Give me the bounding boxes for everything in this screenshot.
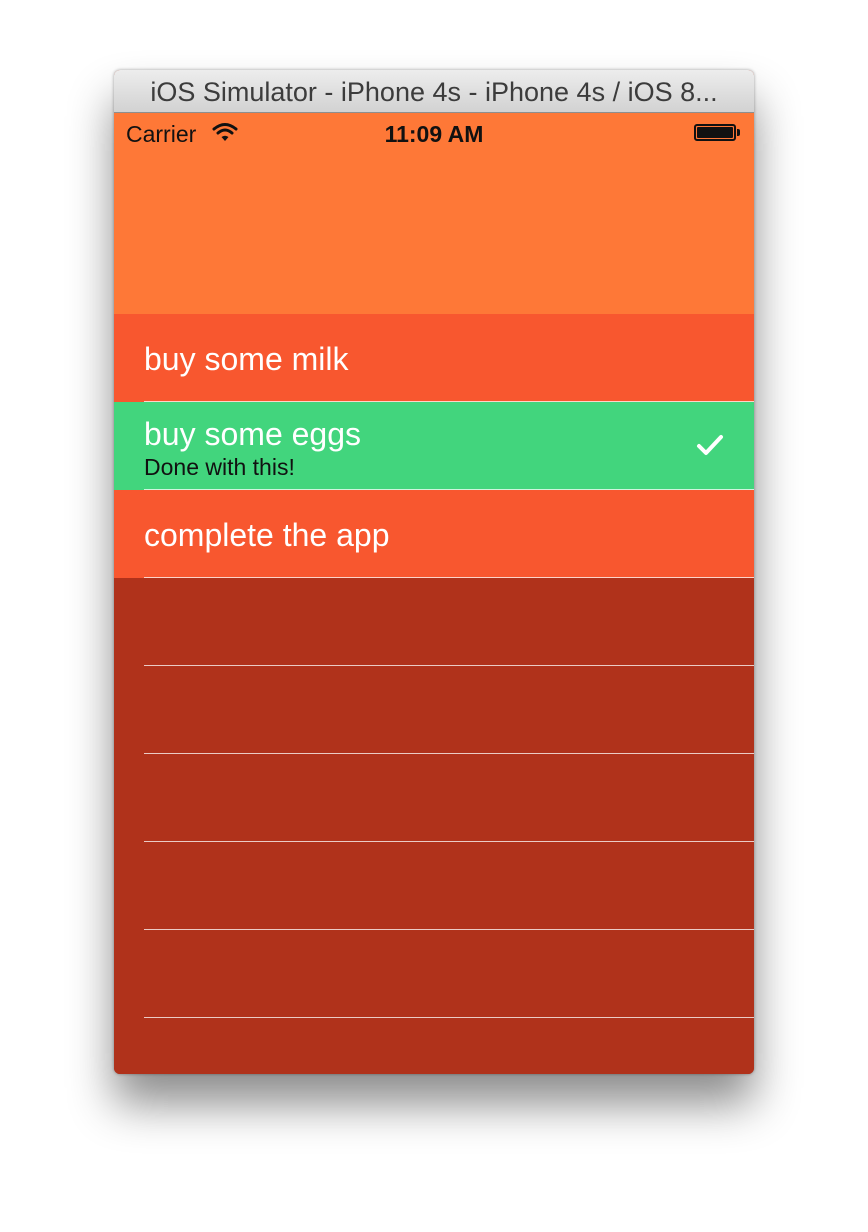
simulator-window: iOS Simulator - iPhone 4s - iPhone 4s / … [114, 70, 754, 1074]
empty-row [114, 754, 754, 842]
window-title: iOS Simulator - iPhone 4s - iPhone 4s / … [150, 77, 718, 107]
status-time: 11:09 AM [384, 121, 484, 147]
todo-row[interactable]: complete the app [114, 490, 754, 578]
checkmark-icon [697, 435, 723, 455]
todo-row-done[interactable]: buy some eggs Done with this! [114, 402, 754, 490]
todo-subtitle: Done with this! [144, 454, 295, 480]
window-titlebar[interactable]: iOS Simulator - iPhone 4s - iPhone 4s / … [114, 70, 754, 113]
todo-title: complete the app [144, 517, 390, 553]
empty-row [114, 930, 754, 1018]
empty-row [114, 666, 754, 754]
header-area: Carrier 11:09 AM [114, 113, 754, 314]
status-bar: Carrier 11:09 AM [114, 113, 754, 153]
row-separator [144, 1017, 754, 1018]
phone-screen: Carrier 11:09 AM buy some milk buy some … [114, 113, 754, 1074]
todo-title: buy some milk [144, 341, 349, 377]
todo-title: buy some eggs [144, 416, 362, 452]
empty-row [114, 578, 754, 666]
todo-row[interactable]: buy some milk [114, 314, 754, 402]
battery-icon [694, 124, 736, 141]
battery-level [697, 127, 733, 138]
battery-tip [737, 129, 740, 136]
empty-row [114, 842, 754, 930]
